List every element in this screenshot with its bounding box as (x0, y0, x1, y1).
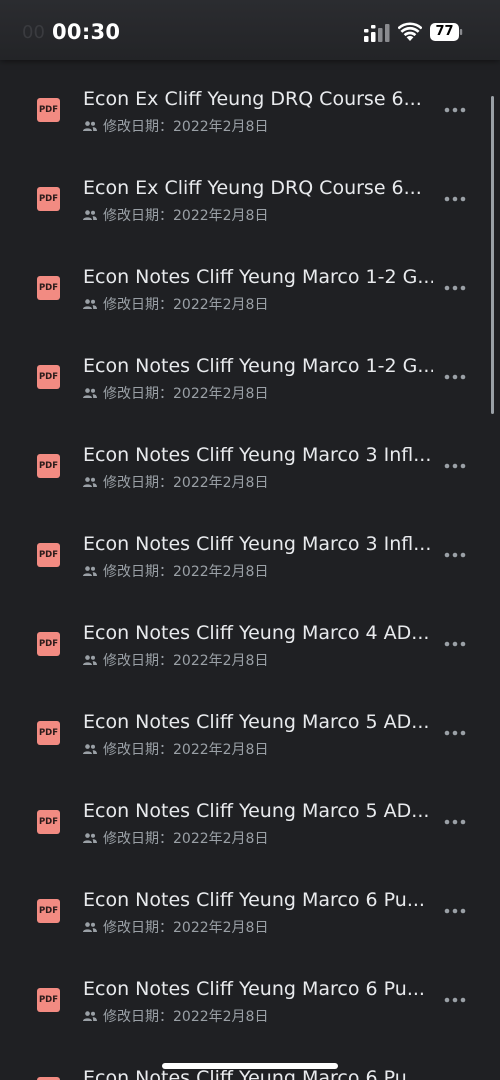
pdf-icon: PDF (37, 454, 60, 478)
file-meta: 修改日期：2022年2月8日 (83, 918, 268, 936)
more-horizontal-icon (444, 552, 466, 558)
more-options-button[interactable] (440, 812, 470, 832)
file-title: Econ Notes Cliff Yeung Marco 1-2 G... (83, 355, 433, 377)
battery-percent: 77 (435, 24, 454, 39)
pdf-icon: PDF (37, 98, 60, 122)
home-indicator[interactable] (162, 1063, 338, 1069)
file-row[interactable]: PDF Econ Notes Cliff Yeung Marco 3 Infl..… (0, 416, 500, 505)
file-row[interactable]: PDF Econ Notes Cliff Yeung Marco 6 Pu... 修… (0, 950, 500, 1039)
shared-people-icon (83, 121, 97, 131)
more-options-button[interactable] (440, 545, 470, 565)
wifi-icon (398, 22, 422, 41)
more-horizontal-icon (444, 196, 466, 202)
file-title: Econ Notes Cliff Yeung Marco 6 Pu... (83, 978, 425, 1000)
modified-date: 修改日期：2022年2月8日 (103, 1009, 269, 1025)
shared-people-icon (83, 299, 97, 309)
file-row[interactable]: PDF Econ Notes Cliff Yeung Marco 5 AD... 修… (0, 772, 500, 861)
file-meta: 修改日期：2022年2月8日 (83, 651, 268, 669)
pdf-icon: PDF (37, 899, 60, 923)
file-row[interactable]: PDF Econ Notes Cliff Yeung Marco 1-2 G...… (0, 238, 500, 327)
file-row[interactable]: PDF Econ Notes Cliff Yeung Marco 3 Infl..… (0, 505, 500, 594)
more-horizontal-icon (444, 908, 466, 914)
more-options-button[interactable] (440, 367, 470, 387)
modified-date: 修改日期：2022年2月8日 (103, 564, 269, 580)
file-row[interactable]: PDF Econ Notes Cliff Yeung Marco 6 Pu... 修… (0, 861, 500, 950)
more-options-button[interactable] (440, 634, 470, 654)
battery-indicator: 77 (430, 23, 463, 41)
file-title: Econ Notes Cliff Yeung Marco 4 AD... (83, 622, 430, 644)
shared-people-icon (83, 1011, 97, 1021)
modified-date: 修改日期：2022年2月8日 (103, 297, 269, 313)
more-options-button[interactable] (440, 723, 470, 743)
modified-date: 修改日期：2022年2月8日 (103, 475, 269, 491)
status-bar: 00 00:30 77 (0, 0, 500, 60)
more-options-button[interactable] (440, 990, 470, 1010)
file-row[interactable]: PDF Econ Ex Cliff Yeung DRQ Course 6... 修改… (0, 149, 500, 238)
shared-people-icon (83, 744, 97, 754)
more-options-button[interactable] (440, 901, 470, 921)
more-horizontal-icon (444, 107, 466, 113)
more-options-button[interactable] (440, 189, 470, 209)
pdf-icon: PDF (37, 632, 60, 656)
more-horizontal-icon (444, 463, 466, 469)
more-horizontal-icon (444, 374, 466, 380)
shared-people-icon (83, 477, 97, 487)
shared-people-icon (83, 210, 97, 220)
pdf-icon: PDF (37, 276, 60, 300)
file-meta: 修改日期：2022年2月8日 (83, 1007, 268, 1025)
file-row[interactable]: PDF Econ Notes Cliff Yeung Marco 4 AD... 修… (0, 594, 500, 683)
more-horizontal-icon (444, 819, 466, 825)
modified-date: 修改日期：2022年2月8日 (103, 386, 269, 402)
file-row[interactable]: PDF Econ Notes Cliff Yeung Marco 1-2 G...… (0, 327, 500, 416)
file-row[interactable]: PDFEcon Notes Cliff Yeung Marco 6 Pu... (0, 1039, 500, 1080)
modified-date: 修改日期：2022年2月8日 (103, 653, 269, 669)
file-meta: 修改日期：2022年2月8日 (83, 117, 268, 135)
modified-date: 修改日期：2022年2月8日 (103, 920, 269, 936)
more-horizontal-icon (444, 997, 466, 1003)
pdf-icon: PDF (37, 988, 60, 1012)
pdf-icon: PDF (37, 810, 60, 834)
cellular-signal-icon (364, 24, 390, 42)
file-row[interactable]: PDF Econ Notes Cliff Yeung Marco 5 AD... 修… (0, 683, 500, 772)
pdf-icon: PDF (37, 721, 60, 745)
shared-people-icon (83, 833, 97, 843)
file-meta: 修改日期：2022年2月8日 (83, 740, 268, 758)
file-row[interactable]: PDF Econ Ex Cliff Yeung DRQ Course 6... 修改… (0, 60, 500, 149)
modified-date: 修改日期：2022年2月8日 (103, 208, 269, 224)
file-meta: 修改日期：2022年2月8日 (83, 562, 268, 580)
more-options-button[interactable] (440, 456, 470, 476)
file-title: Econ Ex Cliff Yeung DRQ Course 6... (83, 177, 422, 199)
file-title: Econ Notes Cliff Yeung Marco 1-2 G... (83, 266, 433, 288)
more-horizontal-icon (444, 641, 466, 647)
file-title: Econ Notes Cliff Yeung Marco 5 AD... (83, 800, 430, 822)
file-meta: 修改日期：2022年2月8日 (83, 206, 268, 224)
pdf-icon: PDF (37, 365, 60, 389)
file-title: Econ Notes Cliff Yeung Marco 5 AD... (83, 711, 430, 733)
shared-people-icon (83, 655, 97, 665)
status-time-ghost: 00 (22, 22, 45, 43)
more-options-button[interactable] (440, 100, 470, 120)
file-title: Econ Notes Cliff Yeung Marco 6 Pu... (83, 889, 425, 911)
file-title: Econ Ex Cliff Yeung DRQ Course 6... (83, 88, 422, 110)
more-horizontal-icon (444, 730, 466, 736)
more-horizontal-icon (444, 285, 466, 291)
shared-people-icon (83, 566, 97, 576)
status-time: 00:30 (52, 20, 121, 44)
file-meta: 修改日期：2022年2月8日 (83, 295, 268, 313)
more-options-button[interactable] (440, 278, 470, 298)
file-meta: 修改日期：2022年2月8日 (83, 473, 268, 491)
pdf-icon: PDF (37, 543, 60, 567)
shared-people-icon (83, 922, 97, 932)
file-title: Econ Notes Cliff Yeung Marco 3 Infl... (83, 533, 432, 555)
modified-date: 修改日期：2022年2月8日 (103, 742, 269, 758)
modified-date: 修改日期：2022年2月8日 (103, 119, 269, 135)
pdf-icon: PDF (37, 187, 60, 211)
modified-date: 修改日期：2022年2月8日 (103, 831, 269, 847)
file-list[interactable]: PDF Econ Ex Cliff Yeung DRQ Course 6... 修改… (0, 60, 500, 1080)
file-title: Econ Notes Cliff Yeung Marco 3 Infl... (83, 444, 432, 466)
file-meta: 修改日期：2022年2月8日 (83, 829, 268, 847)
file-meta: 修改日期：2022年2月8日 (83, 384, 268, 402)
shared-people-icon (83, 388, 97, 398)
scrollbar[interactable] (491, 96, 494, 414)
